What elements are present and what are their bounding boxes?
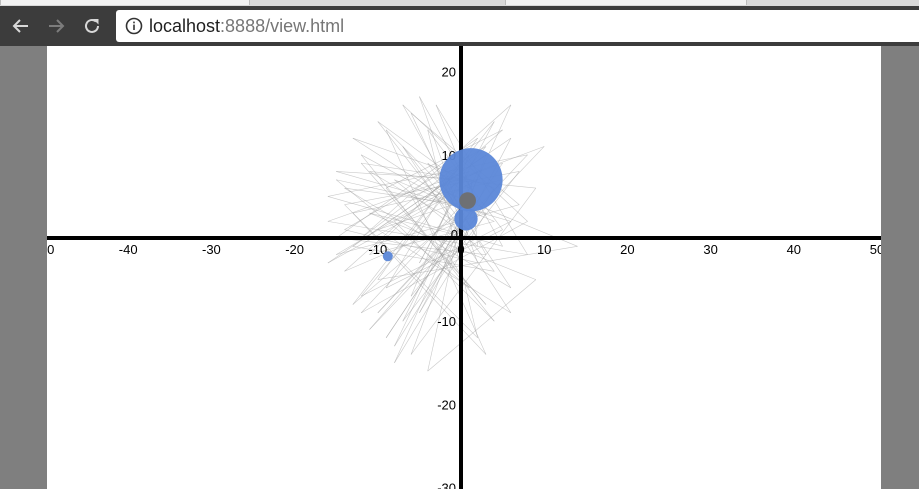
address-bar[interactable]: localhost:8888/view.html (116, 10, 919, 42)
x-tick-label: 10 (537, 242, 551, 257)
browser-tab[interactable] (0, 0, 250, 5)
reload-icon (85, 18, 99, 33)
y-tick-label: -20 (437, 397, 456, 412)
x-tick-label: 30 (703, 242, 717, 257)
x-tick-label: 40 (787, 242, 801, 257)
x-tick-label: -40 (119, 242, 138, 257)
arrow-right-icon (49, 19, 65, 33)
data-point (459, 192, 476, 209)
x-tick-label: 0 (457, 242, 464, 257)
url-host: localhost (149, 15, 221, 36)
y-tick-label: -30 (437, 481, 456, 489)
x-tick-label: 50 (870, 242, 881, 257)
info-circle-icon[interactable] (123, 15, 145, 37)
reload-button[interactable] (80, 14, 104, 38)
y-tick-label: 20 (442, 65, 456, 80)
data-point (454, 207, 478, 231)
x-tick-label: -20 (285, 242, 304, 257)
browser-toolbar: localhost:8888/view.html (0, 6, 919, 46)
origin-label: 0 (451, 227, 458, 242)
x-tick-label: 20 (620, 242, 634, 257)
url-text[interactable]: localhost:8888/view.html (149, 16, 344, 37)
y-tick-label: -10 (437, 314, 456, 329)
x-tick-label: -30 (202, 242, 221, 257)
page-canvas: -50-40-30-20-10010203040502010-10-20-300 (47, 46, 881, 489)
forward-button[interactable] (44, 14, 68, 38)
trajectory-segment (344, 221, 462, 272)
url-path: :8888/view.html (220, 15, 345, 36)
arrow-left-icon (12, 19, 28, 33)
coordinate-plot: -50-40-30-20-10010203040502010-10-20-300 (47, 46, 881, 489)
back-button[interactable] (9, 14, 33, 38)
browser-tab[interactable] (505, 0, 747, 5)
data-point (382, 251, 393, 262)
x-tick-label: -50 (47, 242, 54, 257)
page-viewport: -50-40-30-20-10010203040502010-10-20-300 (0, 46, 919, 489)
trajectory-segment (352, 212, 487, 355)
